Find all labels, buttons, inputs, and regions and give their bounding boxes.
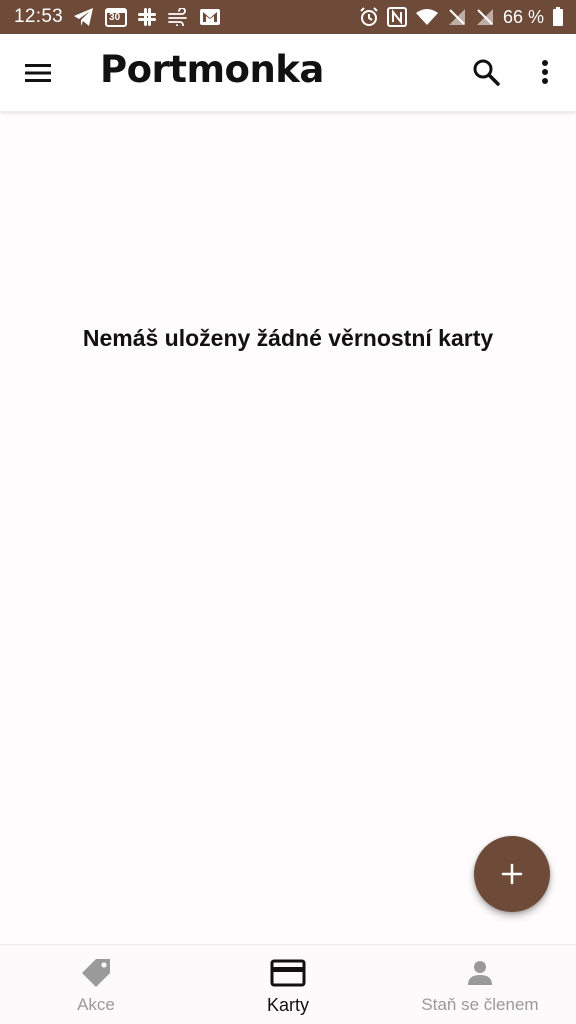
add-card-button[interactable] (474, 836, 550, 912)
nav-label-akce: Akce (77, 995, 115, 1014)
more-options-button[interactable] (532, 56, 558, 88)
signal-off-icon (475, 7, 495, 27)
wind-icon (167, 8, 189, 26)
person-icon (465, 957, 495, 989)
nav-item-karty[interactable]: Karty (192, 945, 384, 1024)
status-bar: 12:53 30 66 % (0, 0, 576, 34)
card-icon (270, 957, 306, 989)
status-time: 12:53 (14, 6, 64, 27)
more-vertical-icon (542, 60, 548, 84)
menu-icon (25, 64, 51, 82)
app-title: Portmonka (100, 48, 324, 91)
telegram-icon (73, 7, 95, 27)
alarm-icon (359, 7, 379, 27)
nav-label-stan-se-clenem: Staň se členem (421, 995, 539, 1014)
nav-label-karty: Karty (266, 995, 309, 1015)
menu-button[interactable] (22, 59, 56, 87)
tag-icon (78, 957, 114, 989)
nfc-icon (386, 7, 407, 27)
gmail-icon (199, 8, 221, 26)
nav-item-akce[interactable]: Akce (0, 945, 192, 1024)
search-button[interactable] (470, 56, 502, 88)
calendar-icon: 30 (105, 7, 128, 27)
bottom-navigation: Akce Karty Staň se členem (0, 944, 576, 1024)
plus-icon (501, 863, 523, 885)
search-icon (473, 59, 500, 86)
wifi-icon (415, 8, 439, 26)
empty-state-message: Nemáš uloženy žádné věrnostní karty (82, 325, 494, 351)
battery-icon (552, 7, 564, 27)
slack-icon (137, 7, 157, 27)
signal-off-icon (447, 7, 467, 27)
app-bar: Portmonka (0, 34, 576, 112)
nav-item-stan-se-clenem[interactable]: Staň se členem (384, 945, 576, 1024)
calendar-day: 30 (109, 12, 121, 23)
status-right: 66 % (359, 7, 564, 28)
battery-percent: 66 % (502, 6, 544, 27)
status-left: 12:53 30 (14, 6, 221, 28)
